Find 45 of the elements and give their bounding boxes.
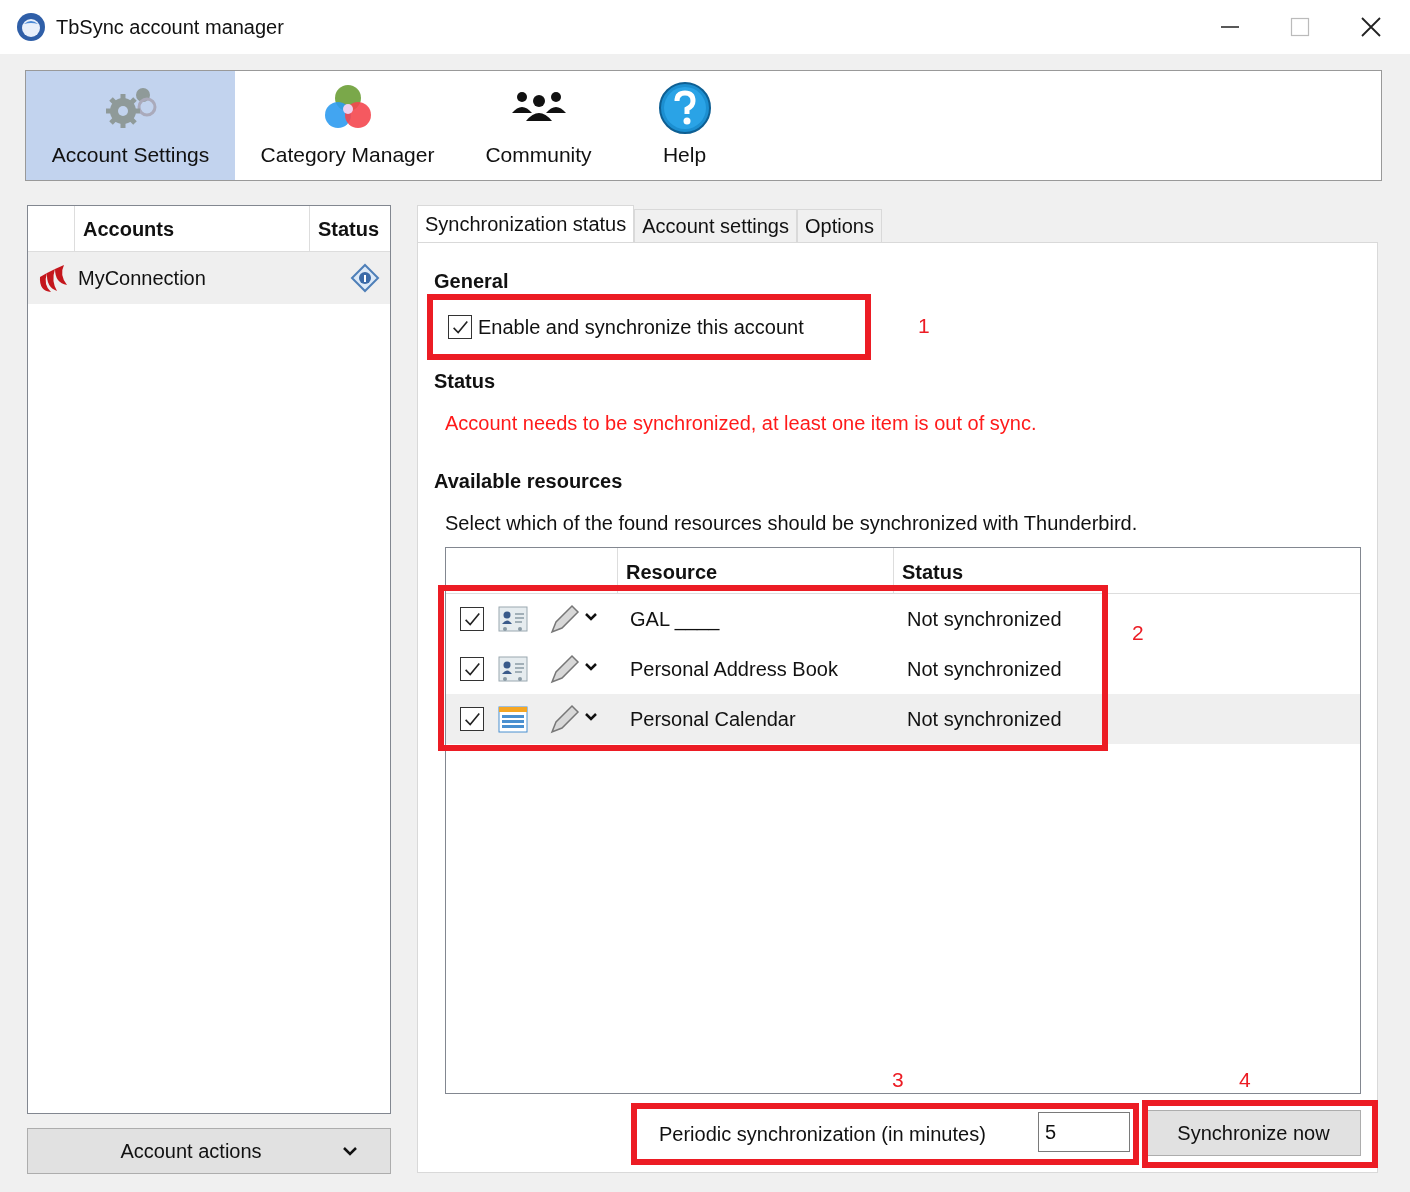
pencil-dropdown-icon[interactable] [548,652,600,686]
tab[interactable]: Account settings [634,209,797,243]
swirl-icon [37,263,69,293]
section-heading: General [434,269,510,292]
info-icon [350,263,380,293]
close-icon[interactable] [1360,16,1382,38]
address-card-icon [498,655,528,683]
tab[interactable]: Synchronization status [417,205,635,243]
resource-name: GAL ____ [630,607,721,633]
pencil-dropdown-icon[interactable] [548,702,600,736]
app-icon [16,12,46,42]
chevron-down-icon [341,1145,358,1157]
field-label: Periodic synchronization (in minutes) [659,1122,986,1147]
section-heading: Status [434,369,497,392]
checkbox[interactable] [460,657,484,681]
annotation-number: 1 [918,313,930,339]
account-actions-button[interactable]: Account actions [27,1128,391,1174]
pencil-dropdown-icon[interactable] [548,602,600,636]
calendar-icon [498,705,528,733]
checkbox-label[interactable]: Enable and synchronize this account [478,312,804,342]
tab[interactable]: Options [797,209,882,243]
annotation-number: 3 [892,1067,904,1093]
description-text: Select which of the found resources should be synchronized with Thunderbird. [445,511,1139,534]
account-row[interactable]: MyConnection [28,252,390,304]
resource-name: Personal Calendar [630,707,797,732]
column-header[interactable]: Status [902,557,964,587]
section-heading: Available resources [434,469,624,492]
annotation-number: 4 [1239,1067,1251,1093]
annotation-number: 2 [1132,620,1144,646]
column-header[interactable]: Status [318,213,380,244]
checkbox[interactable] [448,315,472,339]
resource-name: Personal Address Book [630,657,839,682]
resource-status: Not synchronized [907,657,1062,682]
synchronize-now-button[interactable]: Synchronize now [1146,1110,1361,1156]
column-header[interactable]: Resource [626,557,718,587]
window-title: TbSync account manager [56,15,284,40]
checkbox[interactable] [460,607,484,631]
column-header[interactable]: Accounts [83,213,175,244]
toolbar-button[interactable]: Account Settings [26,71,235,180]
address-card-icon [498,605,528,633]
input-field[interactable]: 5 [1038,1112,1130,1152]
checkbox[interactable] [460,707,484,731]
resource-status: Not synchronized [907,607,1062,632]
status-message: Account needs to be synchronized, at least one item is out of sync. [445,411,1038,434]
resource-status: Not synchronized [907,707,1062,732]
